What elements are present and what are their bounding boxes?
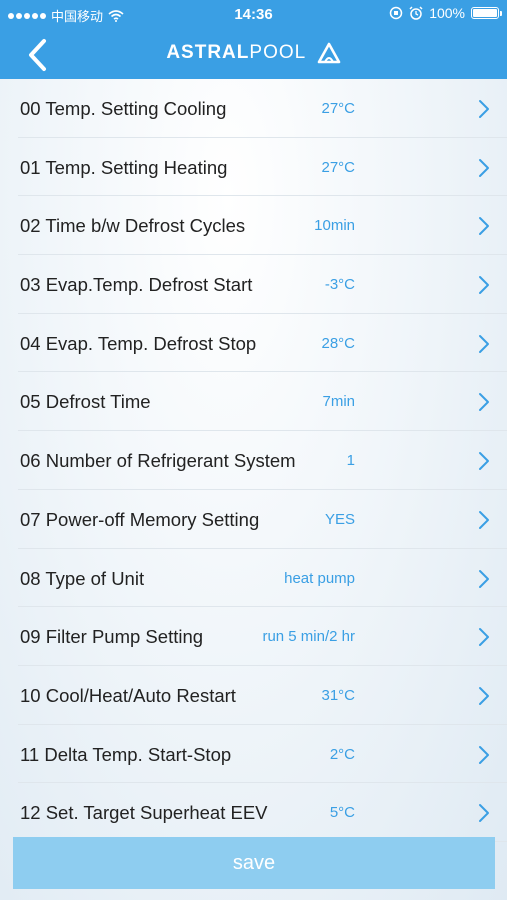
setting-label: 04 Evap. Temp. Defrost Stop <box>20 332 257 354</box>
setting-label: 08 Type of Unit <box>20 567 145 589</box>
chevron-right-icon <box>479 334 489 353</box>
setting-row[interactable]: 11 Delta Temp. Start-Stop 2°C <box>18 725 507 784</box>
setting-label: 07 Power-off Memory Setting <box>20 508 260 530</box>
status-bar: 中国移动 14:36 100% <box>0 0 507 28</box>
setting-label: 00 Temp. Setting Cooling <box>20 98 227 119</box>
chevron-right-icon <box>479 393 489 412</box>
setting-value: -3°C <box>324 276 355 294</box>
logo-bold-text: ASTRAL <box>166 42 250 63</box>
setting-row[interactable]: 01 Temp. Setting Heating 27°C <box>18 138 507 197</box>
battery-icon <box>471 7 502 19</box>
logo-triangle-icon <box>317 42 340 64</box>
alarm-icon <box>409 6 423 20</box>
setting-row[interactable]: 10 Cool/Heat/Auto Restart 31°C <box>18 666 507 725</box>
chevron-right-icon <box>479 452 489 471</box>
setting-value: YES <box>324 510 355 528</box>
logo-light-text: POOL <box>249 42 307 63</box>
setting-value: 5°C <box>329 804 355 822</box>
setting-value: heat pump <box>284 569 355 587</box>
chevron-right-icon <box>479 217 489 236</box>
chevron-right-icon <box>479 276 489 295</box>
chevron-right-icon <box>479 510 489 529</box>
setting-row[interactable]: 06 Number of Refrigerant System 1 <box>18 431 507 490</box>
save-button[interactable]: save <box>13 837 495 889</box>
chevron-right-icon <box>479 569 489 588</box>
setting-label: 02 Time b/w Defrost Cycles <box>20 215 246 237</box>
battery-percent: 100% <box>429 5 465 21</box>
setting-value: 10min <box>314 217 355 235</box>
setting-row[interactable]: 04 Evap. Temp. Defrost Stop 28°C <box>18 314 507 373</box>
setting-row[interactable]: 12 Set. Target Superheat EEV 5°C <box>18 783 507 842</box>
chevron-right-icon <box>479 745 489 764</box>
setting-label: 12 Set. Target Superheat EEV <box>20 802 268 824</box>
chevron-right-icon <box>479 804 489 823</box>
setting-label: 09 Filter Pump Setting <box>20 626 204 648</box>
setting-value: 7min <box>322 393 355 411</box>
chevron-right-icon <box>479 158 489 177</box>
setting-label: 03 Evap.Temp. Defrost Start <box>20 274 253 296</box>
setting-value: 1 <box>346 452 355 470</box>
setting-value: 2°C <box>329 745 355 763</box>
setting-value: 31°C <box>321 686 355 704</box>
setting-row[interactable]: 03 Evap.Temp. Defrost Start -3°C <box>18 255 507 314</box>
setting-value: 28°C <box>321 334 355 352</box>
setting-label: 05 Defrost Time <box>20 391 151 413</box>
setting-row[interactable]: 08 Type of Unit heat pump <box>18 549 507 608</box>
setting-row[interactable]: 07 Power-off Memory Setting YES <box>18 490 507 549</box>
setting-value: 27°C <box>321 158 355 176</box>
chevron-right-icon <box>479 100 489 118</box>
setting-label: 10 Cool/Heat/Auto Restart <box>20 684 236 706</box>
chevron-right-icon <box>479 628 489 647</box>
setting-row[interactable]: 00 Temp. Setting Cooling 27°C <box>18 79 507 138</box>
location-lock-icon <box>389 6 403 20</box>
status-right: 100% <box>389 5 502 21</box>
chevron-right-icon <box>479 686 489 705</box>
nav-bar: ASTRALPOOL <box>0 28 507 79</box>
setting-row[interactable]: 02 Time b/w Defrost Cycles 10min <box>18 196 507 256</box>
setting-row[interactable]: 05 Defrost Time 7min <box>18 372 507 432</box>
setting-label: 01 Temp. Setting Heating <box>20 156 228 178</box>
setting-value: run 5 min/2 hr <box>262 628 355 646</box>
setting-value: 27°C <box>321 100 355 117</box>
setting-label: 06 Number of Refrigerant System <box>20 450 296 472</box>
settings-list: 00 Temp. Setting Cooling 27°C 01 Temp. Set… <box>0 79 507 842</box>
astralpool-logo: ASTRALPOOL <box>0 42 507 64</box>
setting-row[interactable]: 09 Filter Pump Setting run 5 min/2 hr <box>18 607 507 666</box>
setting-label: 11 Delta Temp. Start-Stop <box>20 743 232 765</box>
